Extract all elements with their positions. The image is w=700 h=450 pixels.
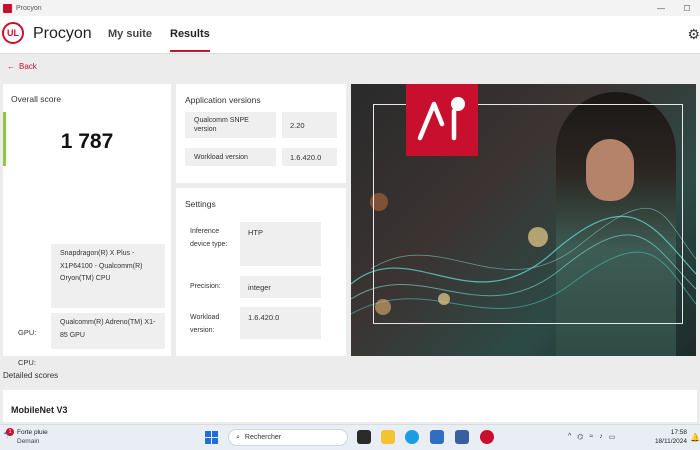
tray-chevron-icon[interactable]: ^	[568, 433, 571, 441]
back-label: Back	[19, 62, 37, 71]
taskbar-time[interactable]: 17:58	[651, 429, 687, 436]
app-icon	[3, 3, 12, 13]
inference-device-label: Inference device type:	[190, 228, 228, 248]
arrow-left-icon: ←	[7, 62, 15, 71]
volume-icon[interactable]: ♪	[599, 433, 603, 441]
settings-card: Settings Inference device type: HTP Prec…	[176, 188, 346, 356]
taskbar-search[interactable]: ⌕ Rechercher	[228, 429, 348, 446]
app-versions-title: Application versions	[185, 95, 261, 105]
weather-condition[interactable]: Forte pluie	[17, 429, 48, 436]
ai-badge	[406, 84, 478, 156]
start-button[interactable]	[205, 431, 218, 444]
cpu-label: CPU:	[18, 358, 36, 367]
back-link[interactable]: ← Back	[7, 62, 37, 71]
overall-score-value: 1 787	[60, 130, 114, 153]
detailed-score-title: MobileNet V3	[11, 405, 68, 415]
benchmark-hero-image	[351, 84, 696, 356]
file-explorer-icon[interactable]	[381, 430, 395, 444]
overall-score-card: Overall score 1 787 CPU: Snapdragon(R) X…	[3, 84, 171, 367]
app-header: UL Procyon My suite Results ⚙	[0, 16, 700, 54]
search-placeholder: Rechercher	[244, 434, 282, 441]
settings-workload-value: 1.6.420.0	[240, 307, 321, 339]
precision-value: integer	[240, 276, 321, 298]
app-versions-card: Application versions Qualcomm SNPE versi…	[176, 84, 346, 183]
detailed-score-item[interactable]: MobileNet V3	[3, 390, 697, 422]
window-title: Procyon	[16, 4, 42, 12]
weather-badge: 1	[6, 428, 14, 436]
procyon-taskbar-icon[interactable]	[480, 430, 494, 444]
overall-score-label: Overall score	[11, 94, 62, 104]
workload-version-key: Workload version	[185, 148, 276, 166]
network-icon[interactable]: ⌬	[577, 433, 583, 441]
dell-app-icon[interactable]	[455, 430, 469, 444]
cpu-value: Snapdragon(R) X Plus - X1P64100 - Qualco…	[51, 244, 165, 308]
wifi-icon[interactable]: ≈	[589, 433, 593, 441]
search-icon: ⌕	[236, 433, 240, 441]
edge-browser-icon[interactable]	[405, 430, 419, 444]
snpe-version-key: Qualcomm SNPE version	[185, 112, 276, 138]
minimize-button[interactable]: —	[648, 0, 674, 16]
snpe-version-value: 2.20	[282, 112, 337, 138]
precision-label: Precision:	[190, 283, 221, 290]
window-titlebar: Procyon — ☐	[0, 0, 700, 16]
inference-device-value: HTP	[240, 222, 321, 266]
weather-day: Demain	[17, 438, 40, 445]
settings-gear-icon[interactable]: ⚙	[687, 26, 700, 43]
gpu-value: Qualcomm(R) Adreno(TM) X1-85 GPU	[51, 313, 165, 349]
settings-title: Settings	[185, 199, 216, 209]
nav-my-suite[interactable]: My suite	[108, 28, 152, 40]
task-view-icon[interactable]	[357, 430, 371, 444]
notification-bell-icon[interactable]: 🔔	[690, 433, 700, 442]
ul-logo: UL	[2, 22, 24, 44]
store-icon[interactable]	[430, 430, 444, 444]
ai-logo-icon	[417, 97, 465, 141]
nav-results[interactable]: Results	[170, 28, 210, 52]
taskbar-date[interactable]: 18/11/2024	[648, 438, 687, 445]
settings-workload-label: Workload version:	[190, 314, 220, 334]
windows-taskbar: ☂ 1 Forte pluie Demain ⌕ Rechercher ^ ⌬ …	[0, 424, 700, 450]
brand-title: Procyon	[33, 25, 92, 42]
workload-version-value: 1.6.420.0	[282, 148, 337, 166]
battery-icon[interactable]: ▭	[609, 433, 616, 441]
maximize-button[interactable]: ☐	[674, 0, 700, 16]
system-tray[interactable]: ^ ⌬ ≈ ♪ ▭	[568, 433, 615, 441]
gpu-label: GPU:	[18, 328, 37, 337]
detailed-scores-label: Detailed scores	[3, 371, 59, 380]
